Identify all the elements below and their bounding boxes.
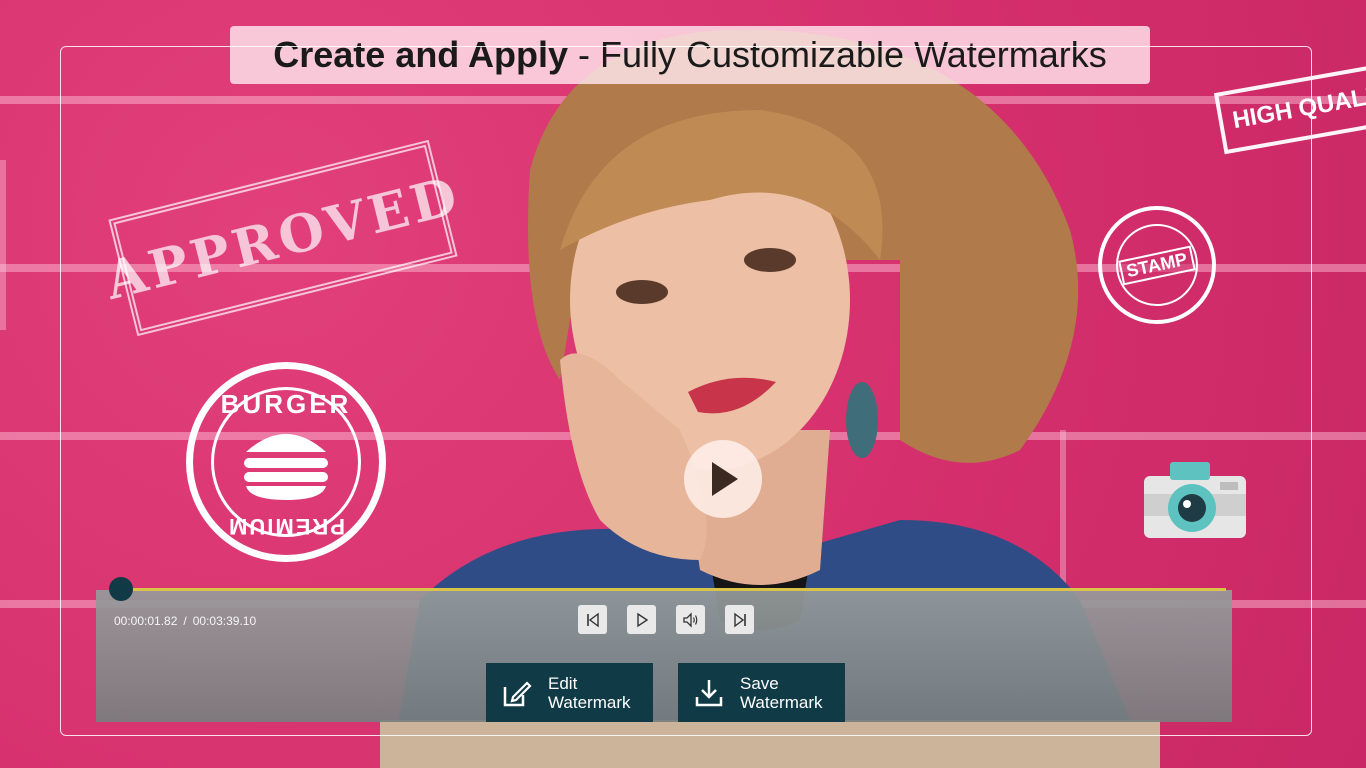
skip-forward-icon — [733, 612, 746, 627]
brick-joint — [0, 160, 6, 330]
volume-button[interactable] — [676, 605, 705, 634]
current-time: 00:00:01.82 — [114, 614, 178, 628]
play-icon — [712, 462, 738, 496]
save-watermark-button[interactable]: Save Watermark — [678, 663, 845, 722]
download-icon — [692, 676, 726, 710]
save-label-line2: Watermark — [740, 692, 823, 712]
edit-label-line1: Edit — [548, 673, 578, 693]
edit-watermark-button[interactable]: Edit Watermark — [486, 663, 653, 722]
seek-bar[interactable] — [110, 588, 1226, 591]
skip-back-button[interactable] — [578, 605, 607, 634]
play-button[interactable] — [627, 605, 656, 634]
play-overlay-button[interactable] — [684, 440, 762, 518]
edit-label-line2: Watermark — [548, 692, 631, 712]
total-time: 00:03:39.10 — [192, 614, 257, 628]
time-separator: / — [183, 614, 187, 628]
play-icon — [636, 612, 648, 627]
save-label-line1: Save — [740, 673, 779, 693]
edit-icon — [500, 676, 534, 710]
player-control-panel: 00:00:01.82 / 00:03:39.10 Edit Watermark S… — [96, 590, 1232, 722]
skip-forward-button[interactable] — [725, 605, 754, 634]
skip-back-icon — [586, 612, 599, 627]
time-display: 00:00:01.82 / 00:03:39.10 — [114, 614, 256, 628]
seek-thumb[interactable] — [109, 577, 134, 601]
volume-icon — [682, 611, 697, 628]
